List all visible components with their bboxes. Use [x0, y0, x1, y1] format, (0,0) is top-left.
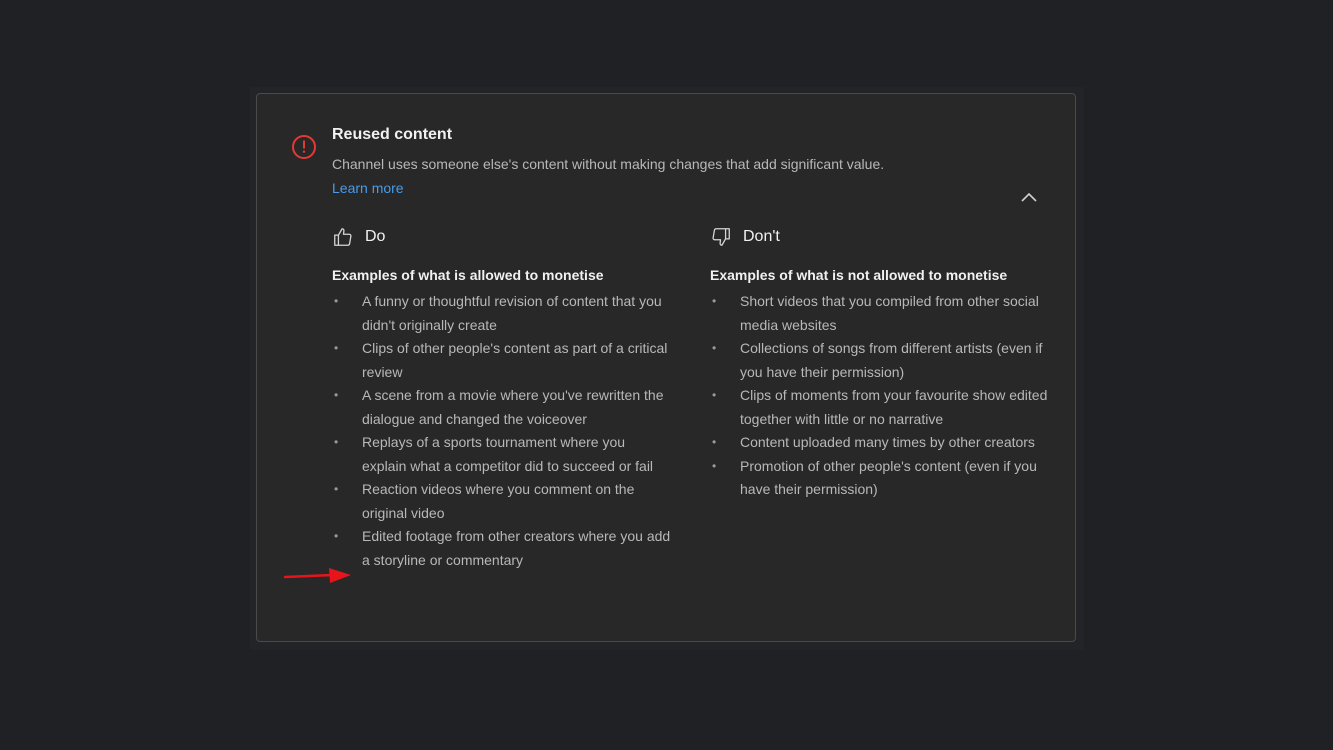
thumbs-down-icon	[712, 228, 730, 246]
bullet-icon: •	[712, 458, 717, 473]
list-item: • Short videos that you compiled from oth…	[710, 290, 1050, 337]
bullet-icon: •	[712, 388, 717, 402]
list-item: • Content uploaded many times by other cr…	[710, 431, 1050, 455]
do-list: • A funny or thoughtful revision of conte…	[332, 290, 672, 572]
dont-heading-row: Don't	[710, 226, 1050, 248]
list-item: • Replays of a sports tournament where yo…	[332, 431, 672, 478]
bullet-icon: •	[334, 482, 339, 496]
thumbs-up-icon	[334, 228, 352, 246]
card-description: Channel uses someone else's content with…	[332, 156, 885, 172]
red-arrow-icon	[283, 568, 351, 583]
learn-more-link[interactable]: Learn more	[332, 180, 404, 196]
list-item: • Reaction videos where you comment on th…	[332, 478, 672, 525]
do-heading-row: Do	[332, 226, 672, 248]
policy-card: Reused content Channel uses someone else…	[256, 93, 1076, 642]
list-item: • A scene from a movie where you've rewri…	[332, 384, 672, 431]
bullet-icon: •	[334, 529, 339, 543]
list-item: • Collections of songs from different art…	[710, 337, 1050, 384]
list-item: • Promotion of other people's content (ev…	[710, 455, 1050, 502]
list-item: • Clips of other people's content as part…	[332, 337, 672, 384]
bullet-icon: •	[334, 341, 339, 355]
dont-heading: Don't	[743, 228, 780, 245]
do-heading: Do	[365, 228, 386, 245]
bullet-icon: •	[712, 294, 717, 308]
do-subheading: Examples of what is allowed to monetise	[332, 267, 604, 283]
dont-subheading: Examples of what is not allowed to monet…	[710, 267, 1008, 283]
dont-column: Don't Examples of what is not allowed to…	[710, 226, 1050, 502]
list-item: • A funny or thoughtful revision of conte…	[332, 290, 672, 337]
bullet-icon: •	[334, 294, 339, 308]
do-column: Do Examples of what is allowed to moneti…	[332, 226, 672, 572]
dont-list: • Short videos that you compiled from oth…	[710, 290, 1050, 502]
bullet-icon: •	[334, 388, 339, 402]
list-item: • Clips of moments from your favourite sh…	[710, 384, 1050, 431]
bullet-icon: •	[334, 435, 339, 449]
bullet-icon: •	[712, 341, 717, 355]
card-title: Reused content	[332, 126, 453, 143]
chevron-up-icon[interactable]	[1017, 186, 1041, 210]
bullet-icon: •	[712, 435, 717, 449]
list-item: • Edited footage from other creators wher…	[332, 525, 672, 572]
warning-icon	[292, 135, 316, 159]
